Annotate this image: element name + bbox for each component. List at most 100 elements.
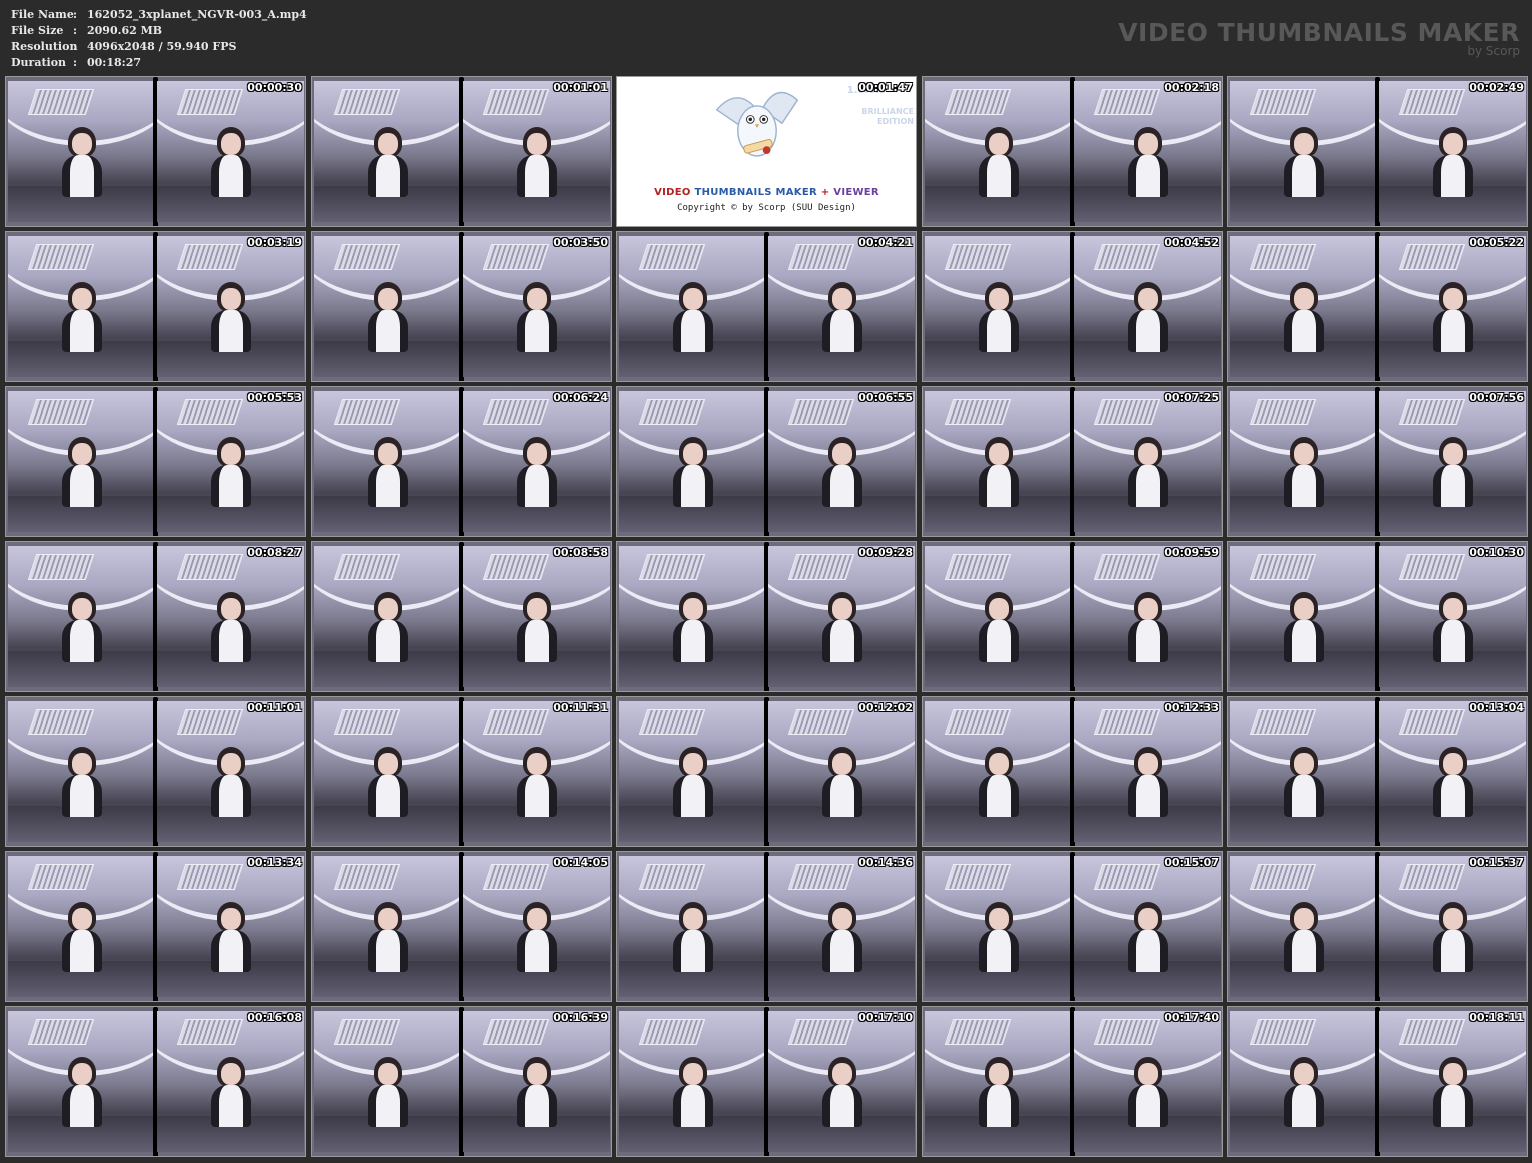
person-figure: [977, 747, 1021, 817]
stereo-frame-left: [925, 391, 1072, 532]
thumbnail: 00:16:08: [5, 1006, 306, 1157]
ceiling-vent: [944, 709, 1012, 735]
ceiling-vent: [1093, 244, 1161, 270]
thumbnail: 00:09:59: [922, 541, 1223, 692]
thumbnail: 00:13:34: [5, 851, 306, 1002]
thumbnail: 00:02:49: [1227, 76, 1528, 227]
shirt: [211, 620, 251, 662]
logo-title-plus: +: [820, 187, 830, 198]
stereo-frame-right: [1379, 391, 1526, 532]
thumbnail: 00:15:07: [922, 851, 1223, 1002]
person-figure: [515, 437, 559, 507]
face: [1294, 908, 1314, 930]
shirt: [62, 465, 102, 507]
ceiling-vent: [787, 1019, 855, 1045]
face: [683, 908, 703, 930]
logo-title-video: VIDEO: [654, 187, 691, 198]
stereo-frame-right: [768, 856, 915, 997]
face: [378, 133, 398, 155]
shirt: [979, 930, 1019, 972]
shirt: [517, 155, 557, 197]
ceiling-vent: [638, 864, 706, 890]
face: [378, 598, 398, 620]
face: [1138, 598, 1158, 620]
thumbnail-timestamp: 00:16:39: [553, 1011, 608, 1024]
thumbnail-timestamp: 00:01:01: [553, 81, 608, 94]
thumbnail-timestamp: 00:14:36: [858, 856, 913, 869]
shirt: [368, 1085, 408, 1127]
face: [221, 288, 241, 310]
thumbnail: 00:05:53: [5, 386, 306, 537]
logo-title-viewer: VIEWER: [833, 187, 879, 198]
stereo-frame-right: [1074, 236, 1221, 377]
face: [1294, 753, 1314, 775]
ceiling-vent: [176, 399, 244, 425]
ceiling-vent: [1249, 709, 1317, 735]
ceiling-vent: [787, 399, 855, 425]
ceiling-vent: [1093, 89, 1161, 115]
thumbnail-timestamp: 00:05:22: [1469, 236, 1524, 249]
stereo-frame-right: [1379, 701, 1526, 842]
thumbnail-timestamp: 00:04:52: [1164, 236, 1219, 249]
ceiling-vent: [1249, 399, 1317, 425]
stereo-frame-left: [1230, 236, 1377, 377]
person-figure: [1431, 282, 1475, 352]
stereo-frame-right: [1074, 81, 1221, 222]
separator: :: [73, 24, 78, 37]
shirt: [62, 775, 102, 817]
ceiling-vent: [27, 244, 95, 270]
stereo-frame-left: [925, 236, 1072, 377]
ceiling-vent: [638, 399, 706, 425]
face: [221, 1063, 241, 1085]
face: [1443, 1063, 1463, 1085]
thumbnail: 00:14:05: [311, 851, 612, 1002]
person-figure: [1126, 902, 1170, 972]
person-figure: [1282, 902, 1326, 972]
resolution-value: 4096x2048 / 59.940 FPS: [87, 40, 237, 53]
thumbnail-timestamp: 00:17:40: [1164, 1011, 1219, 1024]
person-figure: [1431, 592, 1475, 662]
thumbnail-timestamp: 00:12:02: [858, 701, 913, 714]
ceiling-vent: [1093, 554, 1161, 580]
shirt: [673, 310, 713, 352]
person-figure: [820, 902, 864, 972]
person-figure: [1431, 747, 1475, 817]
stereo-frame-left: [925, 546, 1072, 687]
ceiling-vent: [333, 1019, 401, 1045]
stereo-frame-left: [1230, 1011, 1377, 1152]
person-figure: [1126, 747, 1170, 817]
stereo-frame-left: [8, 701, 155, 842]
shirt: [1128, 775, 1168, 817]
thumbnail-timestamp: 00:18:11: [1469, 1011, 1524, 1024]
ceiling-vent: [27, 399, 95, 425]
ceiling-vent: [1398, 554, 1466, 580]
stereo-frame-left: [314, 546, 461, 687]
ceiling-vent: [27, 709, 95, 735]
ceiling-vent: [333, 89, 401, 115]
person-figure: [820, 437, 864, 507]
shirt: [1284, 155, 1324, 197]
face: [989, 598, 1009, 620]
person-figure: [366, 592, 410, 662]
shirt: [517, 930, 557, 972]
face: [1138, 133, 1158, 155]
file-size-label: File Size: [11, 24, 64, 37]
shirt: [1284, 1085, 1324, 1127]
logo-edition-line: EDITION: [876, 117, 914, 126]
person-figure: [366, 1057, 410, 1127]
shirt: [1433, 1085, 1473, 1127]
stereo-frame-left: [619, 701, 766, 842]
person-figure: [671, 282, 715, 352]
stereo-frame-right: [1074, 546, 1221, 687]
shirt: [1433, 465, 1473, 507]
face: [1294, 288, 1314, 310]
shirt: [368, 465, 408, 507]
person-figure: [671, 902, 715, 972]
stereo-frame-left: [1230, 701, 1377, 842]
stereo-frame-left: [1230, 81, 1377, 222]
person-figure: [515, 282, 559, 352]
shirt: [822, 930, 862, 972]
ceiling-vent: [27, 554, 95, 580]
person-figure: [977, 437, 1021, 507]
stereo-frame-right: [1074, 1011, 1221, 1152]
